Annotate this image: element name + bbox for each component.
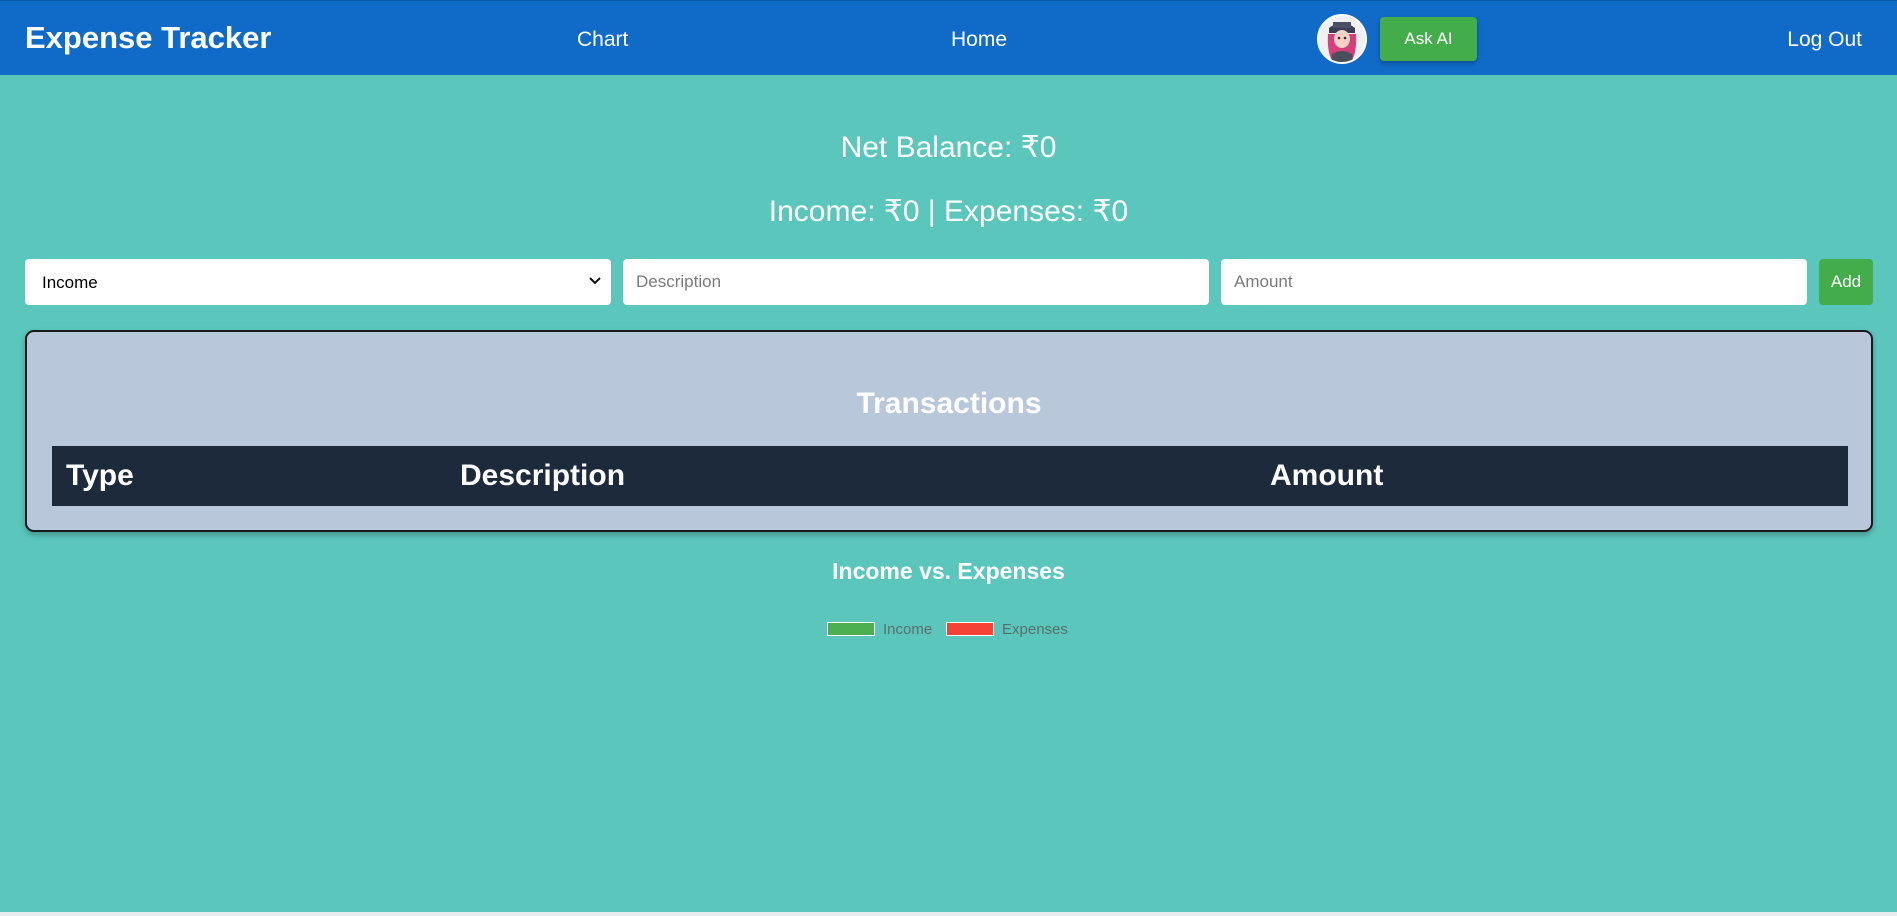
navbar: Expense Tracker Chart Home Ask AI Log Ou…	[0, 0, 1897, 75]
column-header-description: Description	[460, 459, 626, 492]
chart-title: Income vs. Expenses	[832, 558, 1065, 584]
add-button[interactable]: Add	[1819, 259, 1873, 305]
transactions-title: Transactions	[856, 387, 1042, 420]
transactions-panel: Transactions Type Description Amount	[25, 330, 1873, 532]
type-select-value: Income	[42, 273, 98, 292]
amount-input[interactable]	[1221, 259, 1807, 305]
app-title: Expense Tracker	[25, 20, 272, 55]
logout-link[interactable]: Log Out	[1787, 28, 1862, 52]
nav-link-chart[interactable]: Chart	[577, 28, 628, 52]
net-balance: Net Balance: ₹0	[840, 131, 1057, 164]
legend-item-income[interactable]: Income	[827, 620, 932, 638]
nav-link-home[interactable]: Home	[951, 28, 1007, 52]
avatar[interactable]	[1317, 14, 1367, 64]
legend-label-expenses: Expenses	[1002, 620, 1068, 638]
legend-label-income: Income	[883, 620, 933, 638]
bottom-divider	[0, 912, 1897, 916]
table-header: Type Description Amount	[52, 446, 1848, 506]
avatar-image	[1319, 16, 1365, 62]
ask-ai-button[interactable]: Ask AI	[1380, 17, 1477, 61]
description-input[interactable]	[623, 259, 1209, 305]
legend-swatch-expenses	[946, 622, 994, 636]
type-select[interactable]: Income	[25, 259, 611, 305]
legend-swatch-income	[827, 622, 875, 636]
legend-item-expenses[interactable]: Expenses	[946, 620, 1068, 638]
chevron-down-icon	[589, 277, 601, 285]
income-expenses-summary: Income: ₹0 | Expenses: ₹0	[768, 195, 1129, 228]
column-header-type: Type	[66, 459, 134, 492]
column-header-amount: Amount	[1270, 459, 1384, 492]
